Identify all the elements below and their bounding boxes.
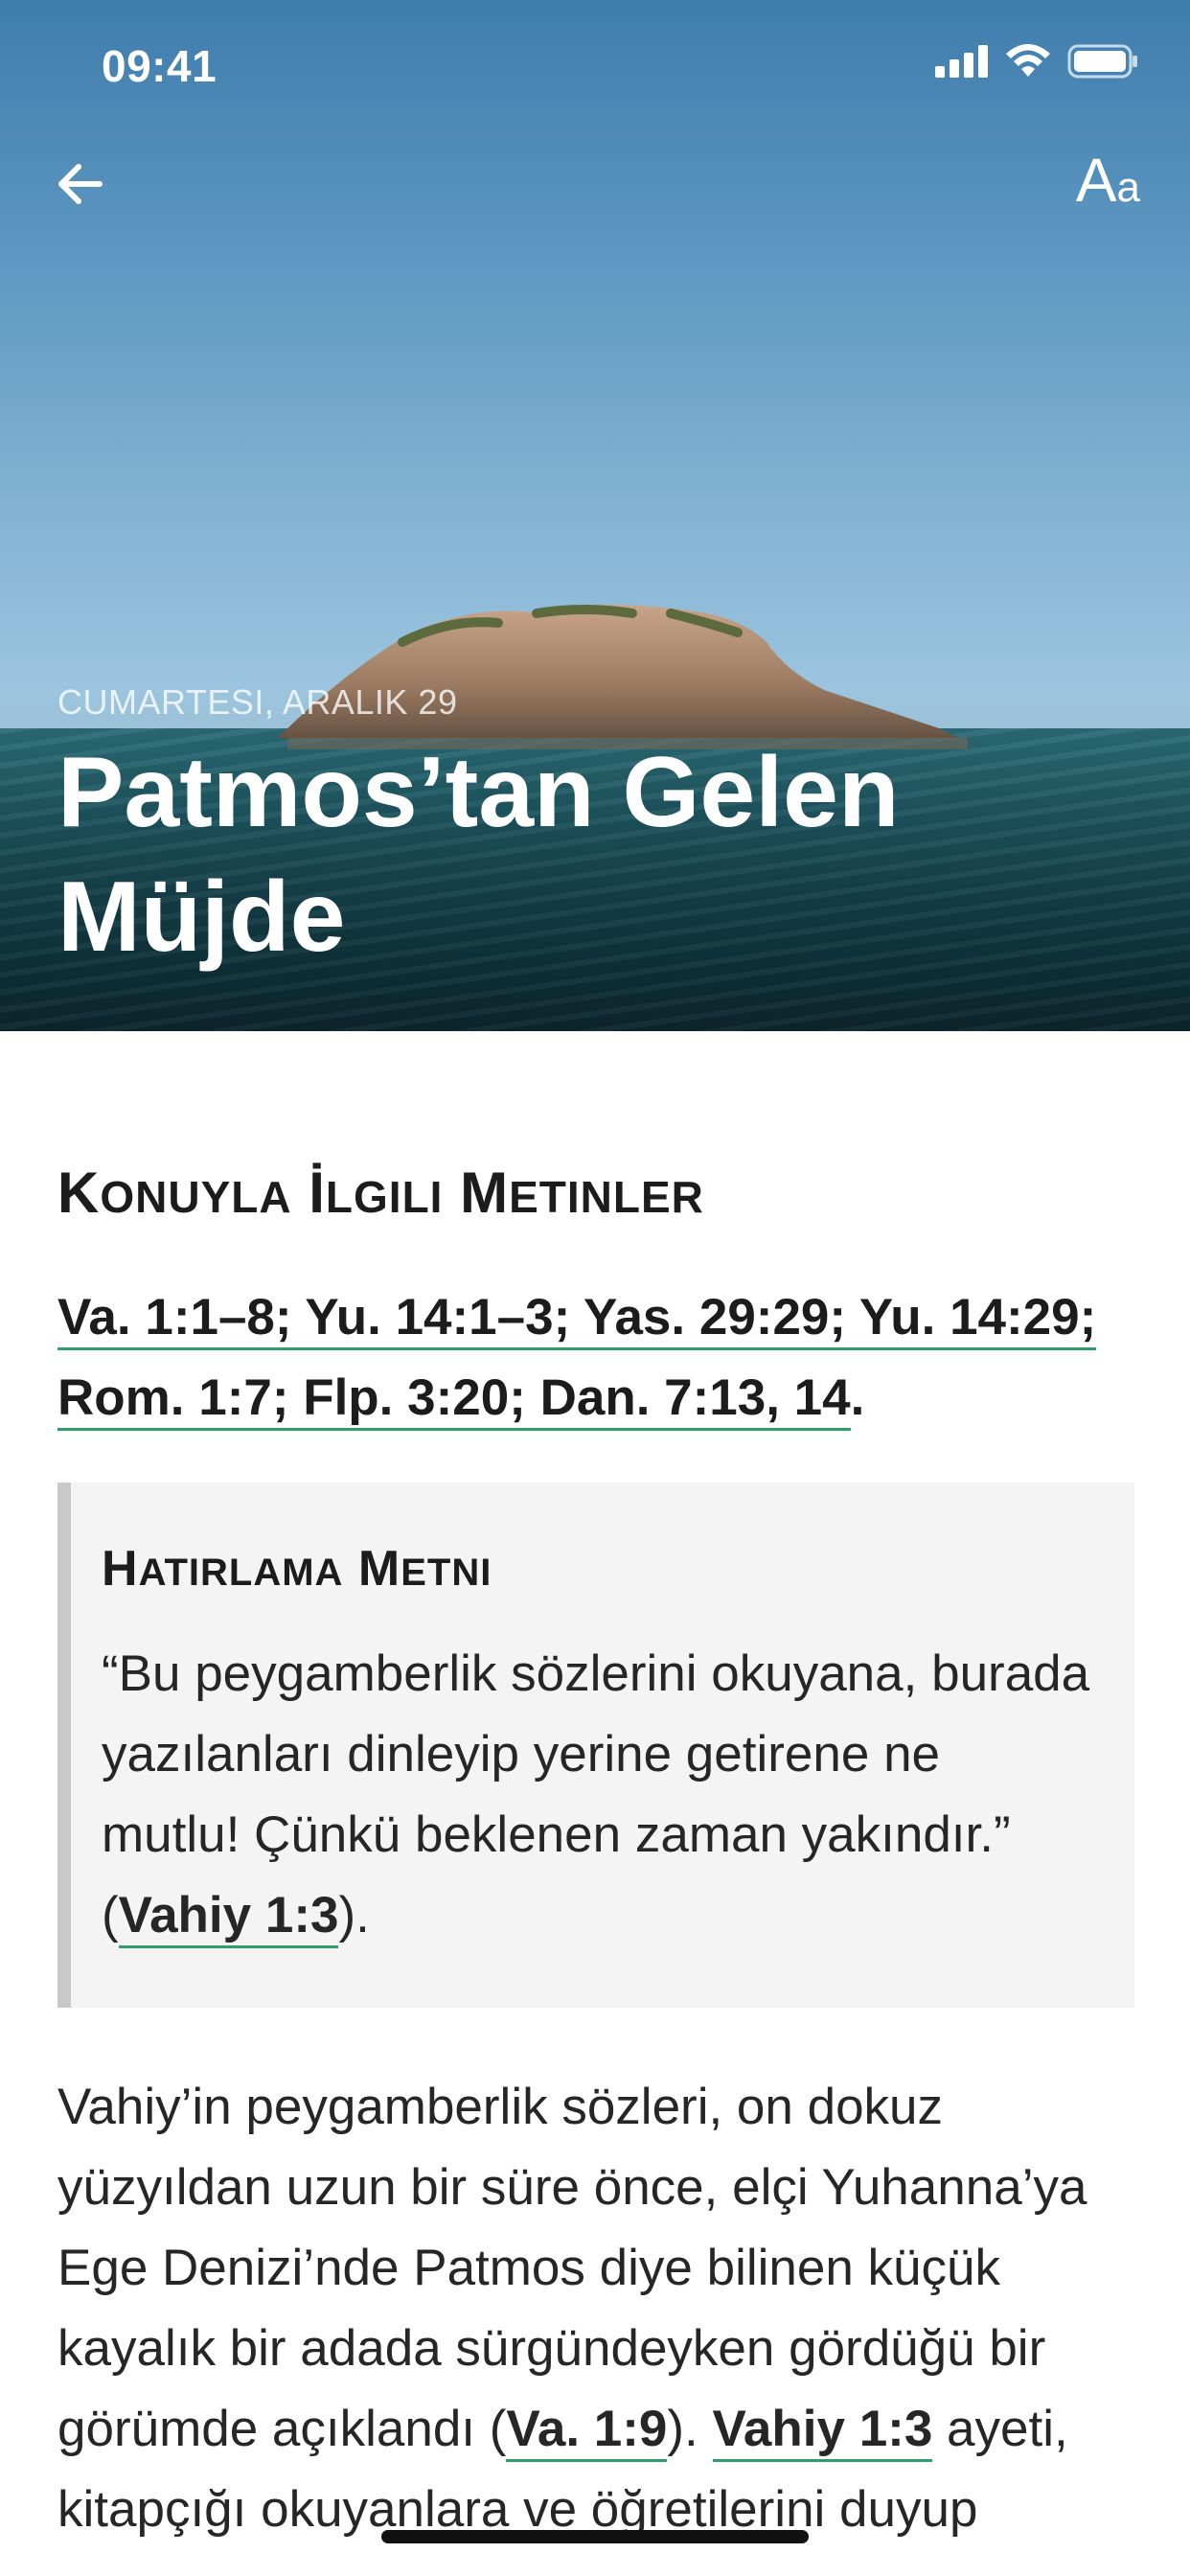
- lesson-content: KONUYLA İLGILI METINLER Va. 1:1–8; Yu. 1…: [57, 1031, 1134, 2550]
- wifi-icon: [1004, 44, 1052, 83]
- font-size-button[interactable]: Aa: [1076, 150, 1140, 211]
- status-icons: [935, 44, 1138, 83]
- lesson-title-line2: Müjde: [57, 862, 346, 973]
- related-texts-heading: KONUYLA İLGILI METINLER: [57, 1161, 704, 1225]
- hero-image: 09:41 Aa CUMARTESI, ARALIK 29 Patmos’tan…: [0, 0, 1190, 1031]
- arrow-left-icon: [58, 164, 103, 204]
- home-indicator: [381, 2530, 809, 2543]
- status-time: 09:41: [102, 41, 217, 91]
- reference-link[interactable]: Rom. 1:7; Flp. 3:20; Dan. 7:13, 14: [57, 1369, 851, 1431]
- body-paragraph: Vahiy’in peygamberlik sözleri, on dokuz …: [57, 2079, 1087, 2538]
- lesson-title: Patmos’tan Gelen Müjde: [57, 730, 1111, 979]
- lesson-date: CUMARTESI, ARALIK 29: [57, 682, 458, 722]
- lesson-title-line1: Patmos’tan Gelen: [57, 737, 900, 848]
- reference-link[interactable]: Va. 1:1–8; Yu. 14:1–3; Yas. 29:29; Yu. 1…: [57, 1289, 1097, 1350]
- battery-icon: [1067, 44, 1138, 83]
- memory-verse-box: HATIRLAMA METNI “Bu peygamberlik sözleri…: [57, 1483, 1134, 2008]
- related-texts-references: Va. 1:1–8; Yu. 14:1–3; Yas. 29:29; Yu. 1…: [57, 1277, 1134, 1438]
- reference-link[interactable]: Vahiy 1:3: [712, 2401, 933, 2462]
- memory-verse-text: “Bu peygamberlik sözlerini okuyana, bura…: [102, 1634, 1090, 1956]
- back-button[interactable]: [50, 153, 111, 215]
- memory-verse-reference-link[interactable]: Vahiy 1:3: [118, 1887, 339, 1948]
- font-size-icon: Aa: [1075, 146, 1140, 215]
- memory-verse-heading: HATIRLAMA METNI: [102, 1541, 492, 1597]
- cellular-signal-icon: [935, 45, 989, 82]
- reference-link[interactable]: Va. 1:9: [506, 2401, 668, 2462]
